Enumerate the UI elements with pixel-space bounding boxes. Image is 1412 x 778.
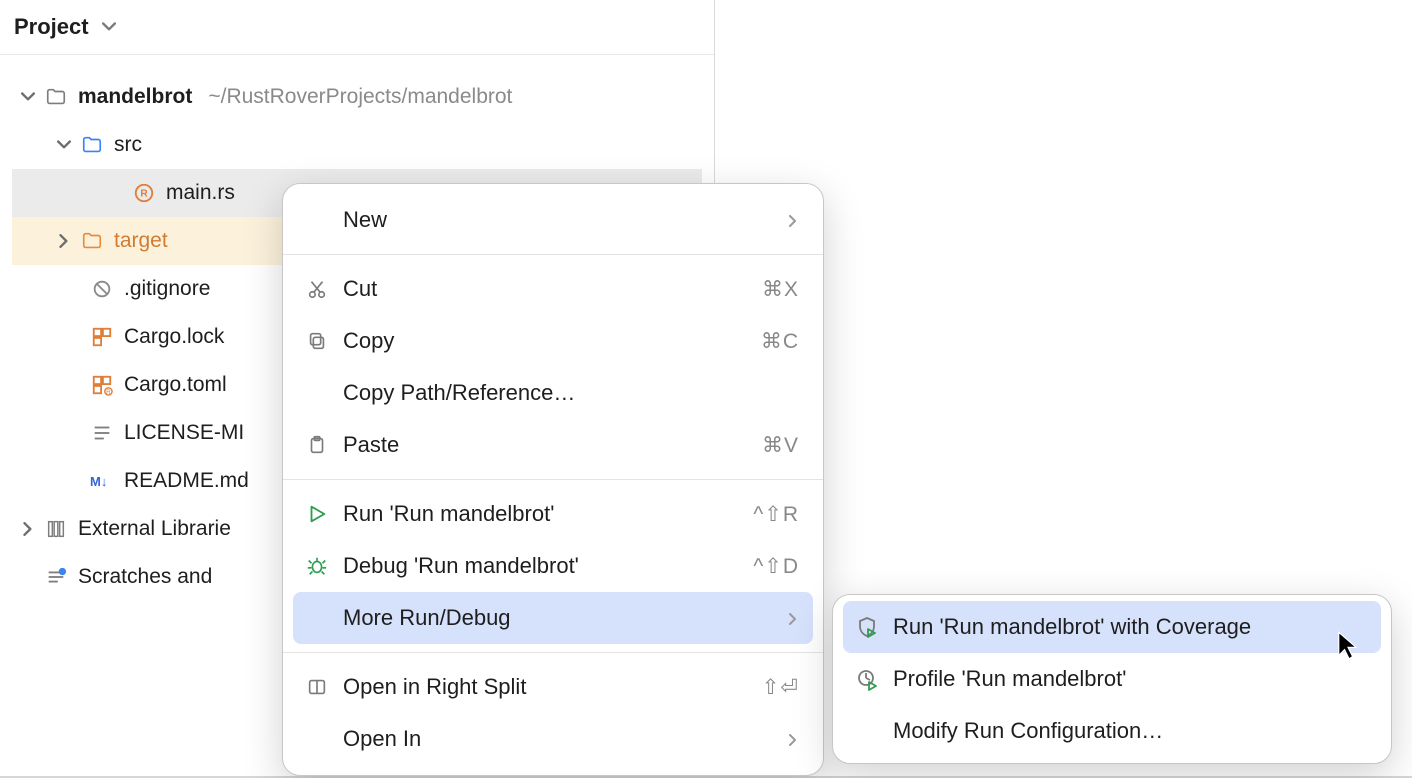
menu-shortcut: ⇧⏎ [762,675,799,700]
context-menu: New Cut ⌘X Copy ⌘C Copy Path/Reference… [282,183,824,776]
svg-text:M↓: M↓ [90,474,107,489]
ignore-icon [90,277,114,301]
menu-item-run[interactable]: Run 'Run mandelbrot' ^⇧R [293,488,813,540]
panel-header: Project [0,0,714,55]
folder-icon [80,229,104,253]
svg-text:R: R [106,389,111,396]
text-file-icon [90,421,114,445]
menu-label: Copy Path/Reference… [343,380,799,406]
panel-title: Project [14,14,89,40]
menu-label: Paste [343,432,762,458]
menu-label: Open in Right Split [343,674,762,700]
tree-node-label: Cargo.toml [124,373,227,397]
chevron-right-icon [787,207,799,233]
cargo-icon [90,325,114,349]
chevron-right-icon[interactable] [18,519,38,539]
submenu-item-profile[interactable]: Profile 'Run mandelbrot' [843,653,1381,705]
tree-node-label: mandelbrot [78,85,192,109]
tree-node-label: .gitignore [124,277,210,301]
chevron-down-icon[interactable] [18,87,38,107]
menu-label: Debug 'Run mandelbrot' [343,553,753,579]
tree-node-label: src [114,133,142,157]
menu-label: Cut [343,276,762,302]
cut-icon [303,275,331,303]
menu-item-cut[interactable]: Cut ⌘X [293,263,813,315]
menu-item-open-right-split[interactable]: Open in Right Split ⇧⏎ [293,661,813,713]
svg-text:R: R [140,189,148,200]
submenu-item-modify-config[interactable]: Modify Run Configuration… [843,705,1381,757]
menu-label: Copy [343,328,761,354]
tree-node-label: main.rs [166,181,235,205]
menu-shortcut: ^⇧R [753,502,799,527]
menu-shortcut: ^⇧D [753,554,799,579]
rust-file-icon: R [132,181,156,205]
menu-separator [283,479,823,480]
chevron-right-icon [787,605,799,631]
coverage-icon [853,613,881,641]
chevron-down-icon[interactable] [54,135,74,155]
menu-label: Modify Run Configuration… [893,718,1367,744]
tree-node-label: External Librarie [78,517,231,541]
tree-node-label: target [114,229,168,253]
menu-separator [283,652,823,653]
menu-item-new[interactable]: New [293,194,813,246]
tree-node-label: Scratches and [78,565,212,589]
menu-shortcut: ⌘X [762,277,799,302]
menu-label: Profile 'Run mandelbrot' [893,666,1367,692]
menu-separator [283,254,823,255]
tree-node-root[interactable]: mandelbrot ~/RustRoverProjects/mandelbro… [0,73,714,121]
split-right-icon [303,673,331,701]
copy-icon [303,327,331,355]
tree-node-label: README.md [124,469,249,493]
menu-label: More Run/Debug [343,605,787,631]
menu-shortcut: ⌘V [762,433,799,458]
menu-shortcut: ⌘C [761,329,799,354]
run-icon [303,500,331,528]
menu-label: Run 'Run mandelbrot' [343,501,753,527]
menu-item-debug[interactable]: Debug 'Run mandelbrot' ^⇧D [293,540,813,592]
menu-item-open-in[interactable]: Open In [293,713,813,765]
paste-icon [303,431,331,459]
menu-item-more-run-debug[interactable]: More Run/Debug [293,592,813,644]
chevron-right-icon[interactable] [54,231,74,251]
profile-icon [853,665,881,693]
menu-item-copy[interactable]: Copy ⌘C [293,315,813,367]
menu-label: Run 'Run mandelbrot' with Coverage [893,614,1367,640]
folder-icon [44,85,68,109]
menu-label: Open In [343,726,787,752]
tree-node-label: Cargo.lock [124,325,224,349]
chevron-down-icon[interactable] [99,17,119,37]
markdown-icon: M↓ [90,469,114,493]
submenu-item-coverage[interactable]: Run 'Run mandelbrot' with Coverage [843,601,1381,653]
debug-icon [303,552,331,580]
menu-item-paste[interactable]: Paste ⌘V [293,419,813,471]
menu-item-copy-path[interactable]: Copy Path/Reference… [293,367,813,419]
scratches-icon [44,565,68,589]
chevron-right-icon [787,726,799,752]
tree-node-label: LICENSE-MI [124,421,244,445]
library-icon [44,517,68,541]
tree-node-path: ~/RustRoverProjects/mandelbrot [208,85,512,109]
submenu-more-run-debug: Run 'Run mandelbrot' with Coverage Profi… [832,594,1392,764]
folder-icon [80,133,104,157]
tree-node-src[interactable]: src [0,121,714,169]
menu-label: New [343,207,787,233]
cargo-icon: R [90,373,114,397]
